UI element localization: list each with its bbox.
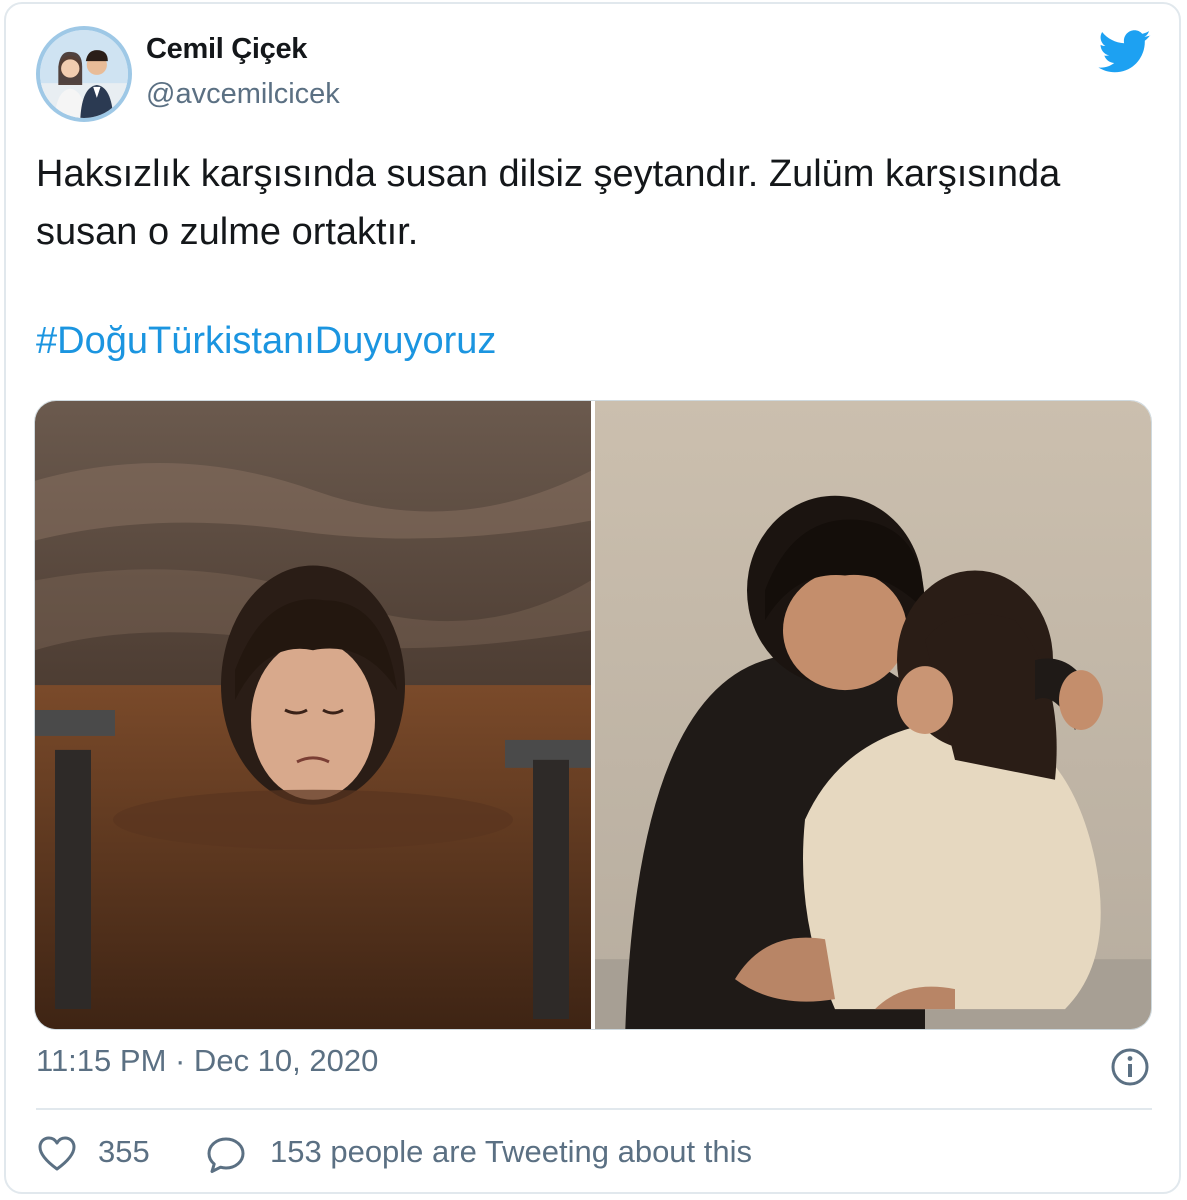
media-photo-left[interactable] (35, 401, 591, 1029)
heart-icon[interactable] (38, 1136, 76, 1172)
hashtag-link[interactable]: #DoğuTürkistanıDuyuyoruz (36, 320, 496, 363)
author-handle[interactable]: @avcemilcicek (146, 78, 340, 111)
tweet-media[interactable] (34, 400, 1152, 1030)
discussion-link[interactable]: 153 people are Tweeting about this (270, 1134, 752, 1170)
twitter-bird-icon[interactable] (1098, 30, 1152, 74)
info-icon[interactable] (1110, 1047, 1150, 1087)
media-photo-right[interactable] (595, 401, 1151, 1029)
author-name[interactable]: Cemil Çiçek (146, 33, 307, 66)
tweet-timestamp[interactable]: 11:15 PM · Dec 10, 2020 (36, 1043, 378, 1079)
like-count[interactable]: 355 (98, 1134, 150, 1170)
author-avatar[interactable] (36, 26, 132, 122)
speech-bubble-icon[interactable] (206, 1136, 246, 1174)
tweet-text: Haksızlık karşısında susan dilsiz şeytan… (36, 153, 1061, 253)
avatar-photo (40, 30, 128, 118)
divider (36, 1108, 1152, 1110)
